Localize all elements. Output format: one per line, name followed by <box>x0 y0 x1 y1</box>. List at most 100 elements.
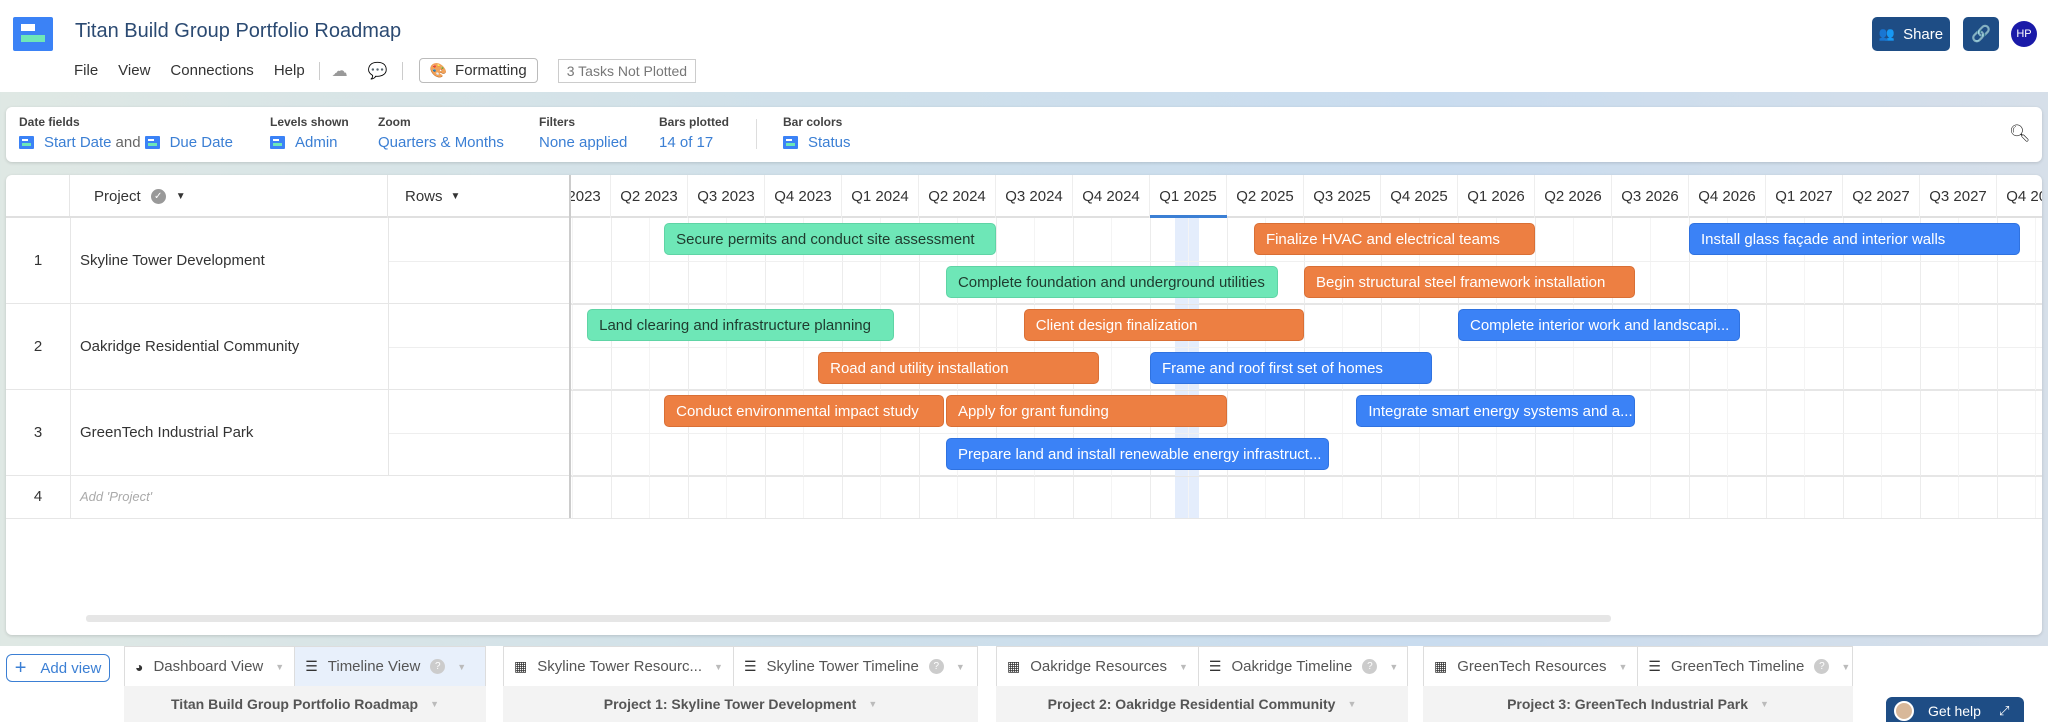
chevron-down-icon[interactable]: ▼ <box>956 662 965 672</box>
view-tab[interactable]: ☰ GreenTech Timeline? ▼ <box>1638 647 1860 686</box>
view-tab[interactable]: ◕ Dashboard View ▼ <box>125 647 296 686</box>
filters-value[interactable]: None applied <box>539 134 627 151</box>
chevron-down-icon[interactable]: ▼ <box>1618 662 1627 672</box>
chevron-down-icon[interactable]: ▼ <box>457 662 466 672</box>
timeline-bar[interactable]: Client design finalization <box>1023 309 1304 341</box>
menu-view[interactable]: View <box>118 62 150 79</box>
row-number: 2 <box>33 338 43 355</box>
timeline-bar[interactable]: Integrate smart energy systems and a... <box>1356 395 1636 427</box>
quarter-gridline <box>1920 218 1921 518</box>
month-gridline <box>1727 218 1728 518</box>
view-tab[interactable]: ▦ GreenTech Resources ▼ <box>1424 647 1639 686</box>
get-help-button[interactable]: Get help ⤢ <box>1886 697 2024 722</box>
timeline-bar[interactable]: Conduct environmental impact study <box>664 395 945 427</box>
timeline-bar[interactable]: Begin structural steel framework install… <box>1304 266 1636 298</box>
help-icon[interactable]: ? <box>430 659 446 674</box>
search-icon[interactable]: 🔍︎ <box>2009 124 2031 144</box>
chevron-down-icon[interactable]: ▼ <box>176 191 186 202</box>
grid-timeline-divider[interactable] <box>569 175 571 518</box>
menu-divider <box>318 61 320 80</box>
support-avatar <box>1894 701 1914 721</box>
view-tab[interactable]: ▦ Skyline Tower Resourc... ▼ <box>504 647 734 686</box>
chevron-down-icon[interactable]: ▼ <box>451 191 461 202</box>
chevron-down-icon[interactable]: ▼ <box>1760 699 1769 709</box>
chevron-down-icon[interactable]: ▼ <box>868 699 877 709</box>
date-fields-label: Date fields <box>19 115 80 129</box>
chevron-down-icon[interactable]: ▼ <box>1347 699 1356 709</box>
timeline-bar[interactable]: Secure permits and conduct site assessme… <box>664 223 996 255</box>
get-help-label: Get help <box>1928 703 1981 719</box>
level-check-icon: ✓ <box>150 189 166 204</box>
bar-colors-value[interactable]: Status <box>808 134 851 151</box>
current-quarter-underline <box>1150 215 1227 218</box>
quarter-label: Q4 2026 <box>1689 175 1766 218</box>
menu-file[interactable]: File <box>74 62 98 79</box>
timeline-settings-bar: Date fields Start Date and Due Date Leve… <box>6 107 2042 162</box>
field-icon <box>270 136 285 149</box>
view-group-label[interactable]: Project 1: Skyline Tower Development ▼ <box>503 686 978 722</box>
view-tab[interactable]: ☰ Skyline Tower Timeline? ▼ <box>734 647 977 686</box>
view-group-label[interactable]: Titan Build Group Portfolio Roadmap ▼ <box>124 686 486 722</box>
add-project-input[interactable]: Add 'Project' <box>80 489 152 504</box>
timeline-bar[interactable]: Finalize HVAC and electrical teams <box>1253 223 1535 255</box>
timeline-bar[interactable]: Frame and roof first set of homes <box>1150 352 1432 384</box>
levels-shown-value[interactable]: Admin <box>295 134 338 151</box>
help-icon[interactable]: ? <box>928 659 944 674</box>
cloud-saved-icon[interactable]: ☁ <box>332 61 348 81</box>
sub-row-divider <box>388 261 569 262</box>
view-tab[interactable]: ☰ Timeline View? ▼ <box>295 647 485 686</box>
view-tab[interactable]: ▦ Oakridge Resources ▼ <box>997 647 1199 686</box>
user-avatar[interactable]: HP <box>2011 21 2037 47</box>
start-date-field[interactable]: Start Date <box>44 134 112 151</box>
app-logo-icon[interactable] <box>13 17 53 51</box>
chevron-down-icon[interactable]: ▼ <box>275 662 284 672</box>
project-header-label: Project <box>94 188 141 205</box>
view-group-title: Titan Build Group Portfolio Roadmap <box>171 696 419 712</box>
tasks-not-plotted-button[interactable]: 3 Tasks Not Plotted <box>557 58 697 83</box>
menu-help[interactable]: Help <box>274 62 305 79</box>
share-button[interactable]: 👥 Share <box>1872 17 1950 51</box>
copy-link-button[interactable]: 🔗 <box>1963 17 1999 51</box>
formatting-button[interactable]: 🎨 Formatting <box>418 58 538 83</box>
project-name[interactable]: Skyline Tower Development <box>80 252 265 269</box>
rows-column-header[interactable]: Rows ▼ <box>388 175 576 218</box>
timeline-bar[interactable]: Complete foundation and underground util… <box>945 266 1278 298</box>
timeline-icon: ☰ <box>305 658 318 674</box>
menu-connections[interactable]: Connections <box>170 62 253 79</box>
timeline-bar[interactable]: Install glass façade and interior walls <box>1689 223 2021 255</box>
chevron-down-icon[interactable]: ▼ <box>1179 662 1188 672</box>
chevron-down-icon[interactable]: ▼ <box>1389 662 1398 672</box>
quarter-gridline <box>688 218 689 518</box>
zoom-value[interactable]: Quarters & Months <box>378 134 504 151</box>
month-gridline <box>726 218 727 518</box>
timeline-bar[interactable]: Road and utility installation <box>818 352 1100 384</box>
view-group-label[interactable]: Project 3: GreenTech Industrial Park ▼ <box>1423 686 1853 722</box>
help-icon[interactable]: ? <box>1814 659 1830 674</box>
add-view-button[interactable]: + Add view <box>6 654 110 682</box>
project-column-header[interactable]: Project ✓ ▼ <box>70 175 388 218</box>
timeline-bar[interactable]: Apply for grant funding <box>945 395 1227 427</box>
view-tabs-bar: + Add view ◕ Dashboard View ▼ ☰ Timeline View… <box>0 646 2048 722</box>
view-group-title: Project 3: GreenTech Industrial Park <box>1507 696 1748 712</box>
bars-plotted-value[interactable]: 14 of 17 <box>659 134 713 151</box>
view-group-label[interactable]: Project 2: Oakridge Residential Communit… <box>996 686 1408 722</box>
chevron-down-icon[interactable]: ▼ <box>1841 662 1850 672</box>
chevron-down-icon[interactable]: ▼ <box>430 699 439 709</box>
timeline-bar[interactable]: Land clearing and infrastructure plannin… <box>587 309 895 341</box>
project-name[interactable]: GreenTech Industrial Park <box>80 424 253 441</box>
horizontal-scrollbar[interactable] <box>86 615 1611 622</box>
expand-icon: ⤢ <box>1998 703 2010 718</box>
chevron-down-icon[interactable]: ▼ <box>714 662 723 672</box>
timeline-bar[interactable]: Prepare land and install renewable energ… <box>945 438 1330 470</box>
row-number: 4 <box>33 488 43 505</box>
help-icon[interactable]: ? <box>1362 659 1378 674</box>
document-title[interactable]: Titan Build Group Portfolio Roadmap <box>75 20 401 43</box>
timeline-icon: ☰ <box>743 658 757 674</box>
project-name[interactable]: Oakridge Residential Community <box>80 338 299 355</box>
comment-icon[interactable]: 💬 <box>368 61 388 81</box>
view-tab[interactable]: ☰ Oakridge Timeline? ▼ <box>1199 647 1408 686</box>
due-date-field[interactable]: Due Date <box>170 134 233 151</box>
timeline-bar[interactable]: Complete interior work and landscapi... <box>1458 309 1740 341</box>
field-icon <box>144 136 160 149</box>
formatting-label: Formatting <box>455 62 527 79</box>
